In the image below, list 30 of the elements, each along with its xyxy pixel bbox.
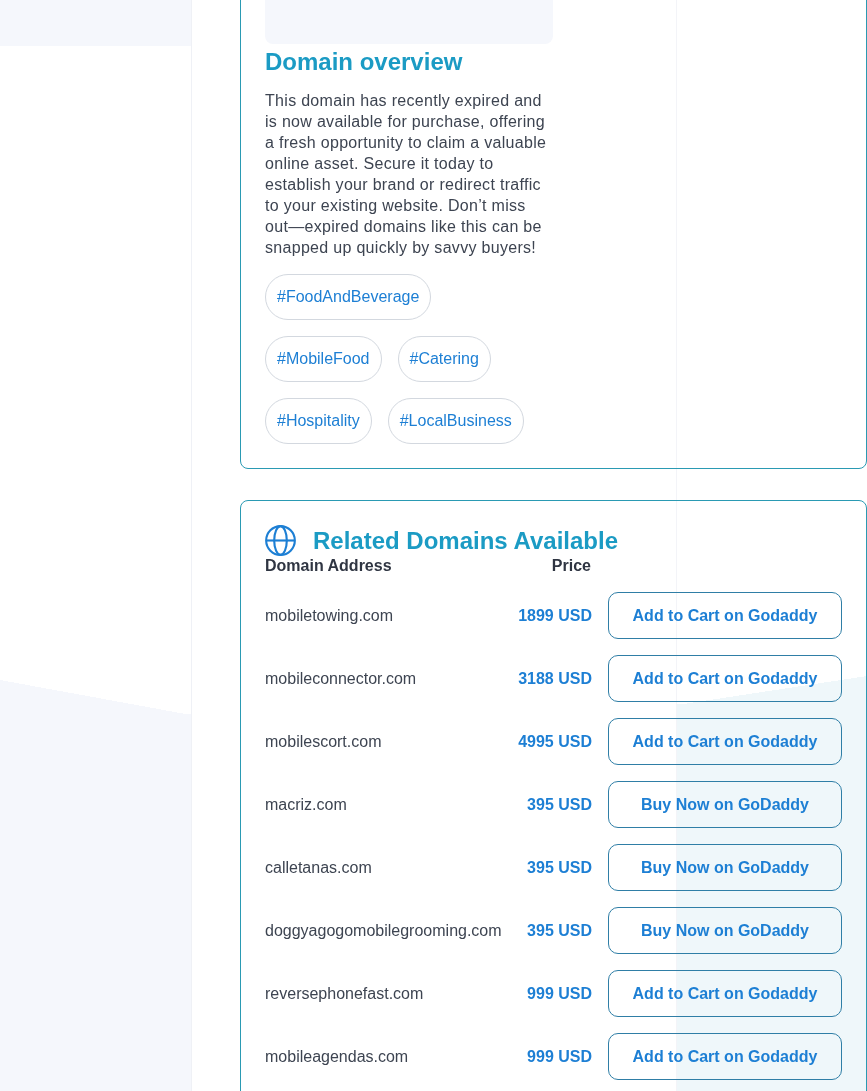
purchase-button[interactable]: Add to Cart on Godaddy [608, 1033, 842, 1080]
related-heading: Related Domains Available [313, 525, 618, 556]
purchase-button[interactable]: Buy Now on GoDaddy [608, 907, 842, 954]
overview-description: This domain has recently expired and is now available for purchase, offering a fresh opportunity to claim a valuable online asset. Secure it today to establish your brand or redirect traffic to your existing website. Don’t miss out—expired domains like this can be snapped up quickly by savvy buyers! [265, 91, 548, 258]
column-header: Domain Address [265, 556, 393, 576]
purchase-button[interactable]: Add to Cart on Godaddy [608, 970, 842, 1017]
domain-name: mobilescort.com [265, 731, 383, 752]
domain-price: 395 USD [526, 857, 593, 878]
purchase-button[interactable]: Add to Cart on Godaddy [608, 718, 842, 765]
domain-name: doggyagogomobilegrooming.com [265, 920, 503, 941]
domain-price: 395 USD [526, 920, 593, 941]
domain-name: mobileconnector.com [265, 668, 418, 689]
globe-icon [265, 525, 296, 556]
purchase-button[interactable]: Add to Cart on Godaddy [608, 592, 842, 639]
overview-heading: Domain overview [265, 47, 464, 77]
domain-price: 4995 USD [517, 731, 593, 752]
domain-name: mobileagendas.com [265, 1046, 410, 1067]
domain-name: reversephonefast.com [265, 983, 425, 1004]
purchase-button[interactable]: Add to Cart on Godaddy [608, 655, 842, 702]
domain-name: mobiletowing.com [265, 605, 395, 626]
purchase-button[interactable]: Buy Now on GoDaddy [608, 781, 842, 828]
domain-price: 395 USD [526, 794, 593, 815]
domain-price: 1899 USD [517, 605, 593, 626]
column-header: Price [550, 556, 592, 576]
domain-price: 999 USD [526, 1046, 593, 1067]
purchase-button[interactable]: Buy Now on GoDaddy [608, 844, 842, 891]
domain-price: 999 USD [526, 983, 593, 1004]
domain-price: 3188 USD [517, 668, 593, 689]
domain-name: calletanas.com [265, 857, 373, 878]
domain-name: macriz.com [265, 794, 348, 815]
